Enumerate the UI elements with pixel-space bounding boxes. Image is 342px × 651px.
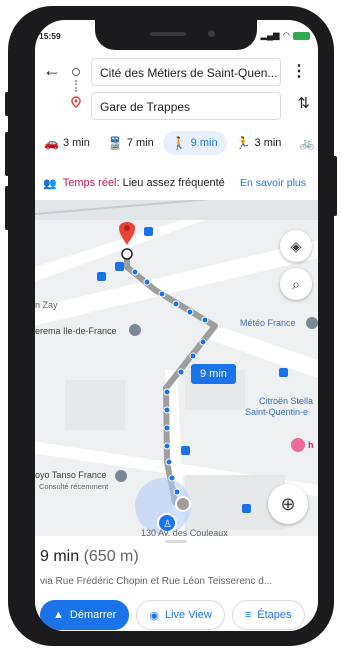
bus-stop-icon[interactable] bbox=[144, 227, 153, 236]
citroen-label-1: Citroën Stella bbox=[259, 396, 314, 406]
status-icons: ▂▄▆ ◠ bbox=[260, 30, 310, 41]
route-end-dot bbox=[175, 496, 191, 512]
list-icon: ≡ bbox=[244, 609, 252, 621]
meteo-poi-icon[interactable] bbox=[306, 317, 318, 329]
bus-stop-icon[interactable] bbox=[242, 504, 251, 513]
power-button bbox=[333, 156, 337, 216]
search-button[interactable]: ⌕ bbox=[280, 268, 312, 300]
car-icon: 🚗 bbox=[44, 136, 59, 150]
swap-icon[interactable]: ⇅ bbox=[297, 94, 310, 112]
screen: 15:59 ▂▄▆ ◠ ← Cité des Métiers de Saint-… bbox=[35, 20, 318, 631]
people-icon: 👥 bbox=[43, 177, 57, 190]
address-label: 130 Av. des Couleaux bbox=[141, 528, 228, 536]
origin-icon bbox=[72, 68, 80, 76]
bus-stop-icon[interactable] bbox=[181, 446, 190, 455]
hotel-label: h bbox=[308, 440, 314, 450]
more-options-icon[interactable]: ⋮ bbox=[291, 61, 307, 81]
volume-button bbox=[5, 186, 9, 230]
bike-icon: 🚲 bbox=[299, 136, 315, 150]
volume-button bbox=[5, 132, 9, 176]
mode-tab-0[interactable]: 🚗 3 min bbox=[35, 131, 99, 155]
mode-label: 3 min bbox=[62, 137, 90, 149]
cinema-poi-icon[interactable] bbox=[129, 324, 141, 336]
route-dots-icon bbox=[75, 80, 77, 92]
steps-button[interactable]: ≡ Étapes bbox=[231, 600, 305, 630]
steps-label: Étapes bbox=[257, 609, 292, 621]
citroen-label-2: Saint-Quentin-e bbox=[245, 407, 309, 417]
trip-summary: 9 min (650 m) bbox=[40, 548, 139, 566]
layers-icon: ◈ bbox=[290, 237, 302, 254]
mode-tab-2[interactable]: 🚶 9 min bbox=[162, 131, 227, 155]
mode-label: 7 min bbox=[126, 137, 154, 149]
toyota-label: oyo Tanso France bbox=[35, 470, 107, 480]
learn-more-link[interactable]: En savoir plus bbox=[240, 177, 306, 189]
my-location-button[interactable]: ⊕ bbox=[268, 484, 308, 524]
bus-stop-icon[interactable] bbox=[97, 272, 106, 281]
origin-field[interactable]: Cité des Métiers de Saint-Quen... bbox=[91, 58, 281, 86]
mode-tab-3[interactable]: 🏃 3 min bbox=[227, 131, 291, 155]
camera bbox=[208, 30, 215, 37]
live-view-label: Live View bbox=[164, 609, 212, 621]
live-info-bar: 👥 Temps réel : Lieu assez fréquenté En s… bbox=[35, 168, 318, 198]
recent-label: Consulté récemment bbox=[39, 482, 109, 491]
live-view-icon: ◉ bbox=[149, 609, 159, 622]
start-button[interactable]: ▲ Démarrer bbox=[40, 600, 130, 630]
live-view-button[interactable]: ◉ Live View bbox=[136, 600, 225, 630]
route-time-badge: 9 min bbox=[191, 364, 236, 384]
mode-label: 9 min bbox=[190, 137, 218, 149]
duration: 9 min bbox=[40, 548, 80, 565]
mode-tab-4[interactable]: 🚲3 m bbox=[290, 131, 318, 155]
bottom-sheet: 9 min (650 m) via Rue Frédéric Chopin et… bbox=[35, 536, 318, 631]
layers-button[interactable]: ◈ bbox=[280, 230, 312, 262]
cinema-label: erema Ile-de-France bbox=[35, 326, 117, 336]
navigation-icon: ▲ bbox=[53, 609, 64, 621]
meteo-label: Météo France bbox=[240, 318, 296, 328]
mode-tab-1[interactable]: 🚆 7 min bbox=[99, 131, 163, 155]
building bbox=[65, 380, 125, 430]
street-label: n Zay bbox=[35, 300, 58, 310]
speaker bbox=[150, 32, 186, 36]
crosshair-icon: ⊕ bbox=[280, 493, 296, 514]
live-label: Temps réel bbox=[62, 177, 117, 189]
live-text: : Lieu assez fréquenté bbox=[116, 177, 225, 189]
train-icon: 🚆 bbox=[107, 136, 123, 150]
wifi-icon: ◠ bbox=[282, 30, 290, 40]
signal-icon: ▂▄▆ bbox=[260, 30, 280, 40]
notch bbox=[95, 20, 257, 50]
sheet-handle[interactable] bbox=[165, 540, 187, 543]
map[interactable]: ♙ n Zay erema Ile-de-France Météo France… bbox=[35, 200, 318, 536]
destination-pin-icon bbox=[71, 96, 81, 108]
distance: (650 m) bbox=[83, 548, 139, 565]
back-button[interactable]: ← bbox=[43, 60, 61, 81]
bus-stop-icon[interactable] bbox=[279, 368, 288, 377]
travel-modes: 🚗3 min🚆7 min🚶9 min🏃3 min🚲3 m bbox=[35, 128, 318, 158]
search-icon: ⌕ bbox=[292, 275, 300, 292]
hotel-poi-icon[interactable] bbox=[291, 438, 305, 452]
action-buttons: ▲ Démarrer ◉ Live View ≡ Étapes bbox=[40, 600, 305, 630]
start-label: Démarrer bbox=[69, 609, 117, 621]
battery-icon bbox=[293, 31, 310, 40]
via-text: via Rue Frédéric Chopin et Rue Léon Teis… bbox=[40, 576, 273, 587]
destination-field[interactable]: Gare de Trappes bbox=[91, 92, 281, 120]
ride-icon: 🏃 bbox=[235, 136, 251, 150]
volume-button bbox=[5, 92, 9, 116]
status-time: 15:59 bbox=[39, 31, 61, 41]
walk-icon: 🚶 bbox=[171, 136, 187, 150]
toyota-poi-icon[interactable] bbox=[115, 470, 127, 482]
route-start-dot bbox=[121, 248, 133, 260]
mode-label: 3 min bbox=[254, 137, 282, 149]
bus-stop-icon[interactable] bbox=[115, 262, 124, 271]
